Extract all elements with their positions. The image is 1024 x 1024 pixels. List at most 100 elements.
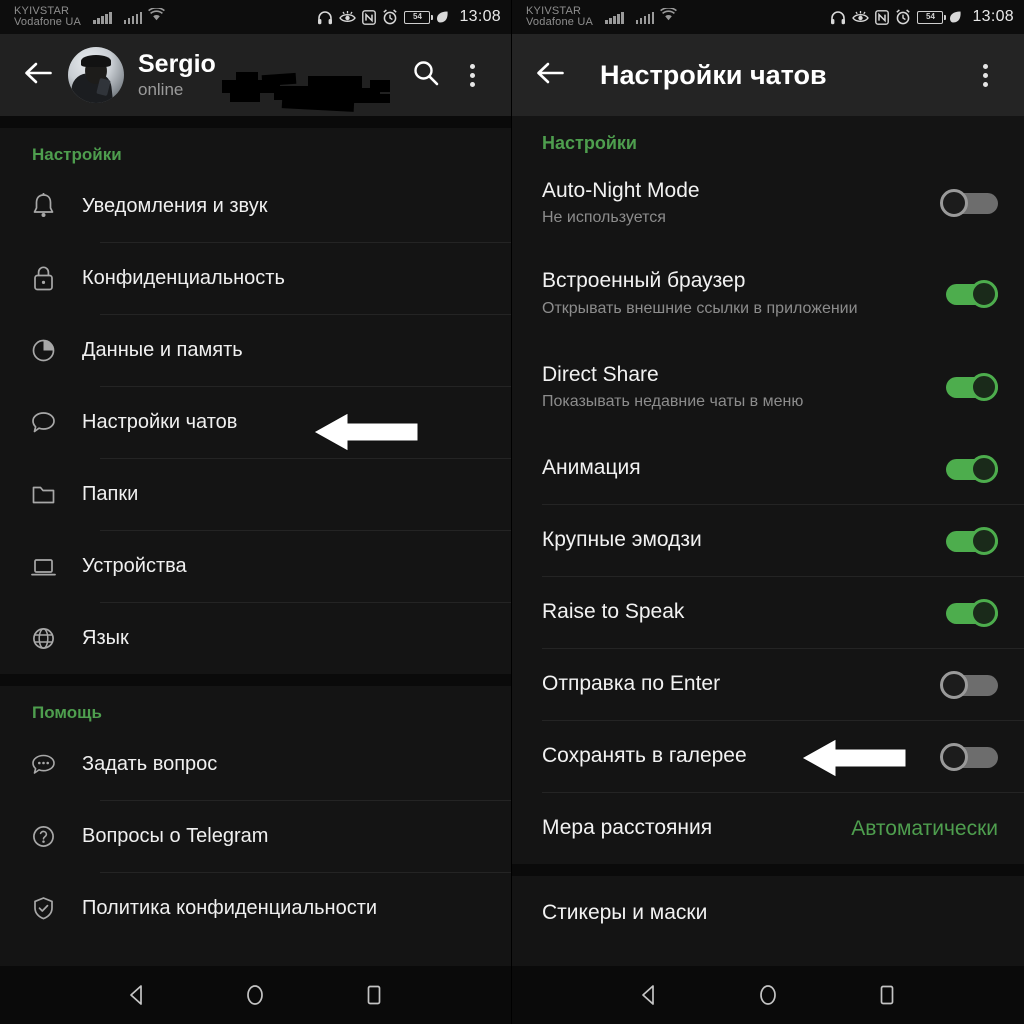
carrier-line-2: Vodafone UA (14, 16, 82, 28)
more-vertical-icon (982, 63, 988, 87)
sidebar-item-label: Устройства (82, 555, 187, 577)
sidebar-item-language[interactable]: Язык (0, 603, 511, 674)
pie-chart-icon (30, 336, 82, 365)
nav-back-icon[interactable] (124, 982, 150, 1008)
setting-description: Показывать недавние чаты в меню (542, 393, 804, 411)
section-gap (0, 116, 511, 128)
sidebar-item-chat-settings[interactable]: Настройки чатов (0, 387, 511, 458)
battery-percent: 54 (926, 12, 935, 21)
setting-label: Сохранять в галерее (542, 744, 747, 768)
toggle-save-to-gallery[interactable] (940, 742, 998, 771)
toggle-direct-share[interactable] (940, 373, 998, 401)
signal-bars-sim1-icon (93, 11, 112, 24)
battery-percent: 54 (413, 12, 422, 21)
status-bar-left: KYIVSTAR Vodafone UA 54 13:08 (0, 0, 511, 34)
toggle-animation[interactable] (940, 454, 998, 483)
bell-icon (30, 192, 82, 221)
android-nav-bar-left (0, 966, 511, 1024)
setting-row-raise-to-speak[interactable]: Raise to Speak (512, 577, 1024, 648)
folder-icon (30, 480, 82, 509)
setting-label: Отправка по Enter (542, 672, 721, 696)
settings-section-header: Настройки (32, 145, 122, 164)
arrow-left-icon (24, 61, 54, 90)
eye-comfort-icon (852, 10, 870, 24)
dual-screenshot: KYIVSTAR Vodafone UA 54 13:08 Sergio onl… (0, 0, 1024, 1024)
right-phone-screen: KYIVSTAR Vodafone UA 54 13:08 Настройки … (512, 0, 1024, 1024)
back-button-right[interactable] (528, 52, 574, 98)
headphones-icon (830, 10, 846, 25)
contact-status: online (138, 80, 184, 99)
alarm-icon (895, 9, 911, 25)
carrier-line-2: Vodafone UA (526, 16, 594, 28)
left-content: Настройки Уведомления и звук Конфиденциа… (0, 116, 511, 966)
status-icons: 54 13:08 (317, 8, 501, 26)
back-button-left[interactable] (16, 52, 62, 98)
toggle-large-emoji[interactable] (940, 526, 998, 555)
headphones-icon (317, 10, 333, 25)
sidebar-item-notifications[interactable]: Уведомления и звук (0, 171, 511, 242)
setting-row-in-app-browser[interactable]: Встроенный браузер Открывать внешние ссы… (512, 246, 1024, 341)
setting-row-auto-night-mode[interactable]: Auto-Night Mode Не используется (512, 160, 1024, 246)
clock-label: 13:08 (459, 8, 501, 25)
signal-bars-sim2-icon (635, 11, 655, 24)
setting-row-large-emoji[interactable]: Крупные эмодзи (512, 505, 1024, 576)
nav-recents-icon[interactable] (874, 982, 900, 1008)
overflow-menu-button-right[interactable] (962, 52, 1008, 98)
sidebar-item-data-storage[interactable]: Данные и память (0, 315, 511, 386)
setting-label: Крупные эмодзи (542, 528, 702, 552)
setting-row-direct-share[interactable]: Direct Share Показывать недавние чаты в … (512, 341, 1024, 433)
sidebar-item-telegram-faq[interactable]: Вопросы о Telegram (0, 801, 511, 872)
sidebar-item-label: Папки (82, 483, 139, 505)
nfc-icon (362, 9, 377, 25)
setting-label: Direct Share (542, 362, 659, 386)
setting-row-animation[interactable]: Анимация (512, 433, 1024, 504)
setting-row-send-by-enter[interactable]: Отправка по Enter (512, 649, 1024, 720)
sidebar-item-folders[interactable]: Папки (0, 459, 511, 530)
help-section-header: Помощь (32, 703, 102, 722)
sidebar-item-label: Политика конфиденциальности (82, 897, 378, 919)
search-button[interactable] (403, 52, 449, 98)
search-icon (412, 59, 440, 92)
wifi-icon (148, 7, 165, 26)
chat-dots-icon (30, 750, 82, 779)
contact-name: Sergio (138, 50, 216, 78)
sidebar-item-privacy-policy[interactable]: Политика конфиденциальности (0, 873, 511, 944)
setting-row-save-to-gallery[interactable]: Сохранять в галерее (512, 721, 1024, 792)
toggle-raise-to-speak[interactable] (940, 598, 998, 627)
contact-title-block: Sergio online (138, 50, 403, 100)
lock-icon (30, 264, 82, 293)
sidebar-item-privacy[interactable]: Конфиденциальность (0, 243, 511, 314)
signal-bars-sim2-icon (123, 11, 143, 24)
sidebar-item-label: Уведомления и звук (82, 195, 268, 217)
annotation-arrow-chat-settings (312, 409, 420, 460)
nav-home-icon[interactable] (755, 982, 781, 1008)
toggle-send-by-enter[interactable] (940, 670, 998, 699)
laptop-icon (30, 552, 82, 581)
question-circle-icon (30, 822, 82, 851)
more-vertical-icon (469, 63, 475, 87)
carrier-label: KYIVSTAR Vodafone UA (14, 6, 81, 28)
setting-label: Встроенный браузер (542, 269, 746, 293)
sidebar-item-label: Вопросы о Telegram (82, 825, 269, 847)
nav-recents-icon[interactable] (361, 982, 387, 1008)
right-content: Настройки Auto-Night Mode Не используетс… (512, 116, 1024, 966)
android-nav-bar-right (512, 966, 1024, 1024)
avatar[interactable] (68, 47, 124, 103)
status-bar-right: KYIVSTAR Vodafone UA 54 13:08 (512, 0, 1024, 34)
wifi-icon (660, 7, 677, 26)
overflow-menu-button-left[interactable] (449, 52, 495, 98)
page-title: Настройки чатов (600, 59, 827, 90)
carrier-label: KYIVSTAR Vodafone UA (526, 6, 593, 28)
sidebar-item-ask-question[interactable]: Задать вопрос (0, 729, 511, 800)
toggle-auto-night-mode[interactable] (940, 189, 998, 217)
setting-row-stickers-masks[interactable]: Стикеры и маски (512, 876, 1024, 950)
setting-label: Auto-Night Mode (542, 178, 700, 202)
nav-back-icon[interactable] (636, 982, 662, 1008)
nav-home-icon[interactable] (242, 982, 268, 1008)
sidebar-item-devices[interactable]: Устройства (0, 531, 511, 602)
arrow-left-icon (536, 61, 566, 90)
setting-row-distance-units[interactable]: Мера расстояния Автоматически (512, 793, 1024, 864)
setting-label: Raise to Speak (542, 600, 685, 624)
left-phone-screen: KYIVSTAR Vodafone UA 54 13:08 Sergio onl… (0, 0, 512, 1024)
toggle-in-app-browser[interactable] (940, 279, 998, 308)
